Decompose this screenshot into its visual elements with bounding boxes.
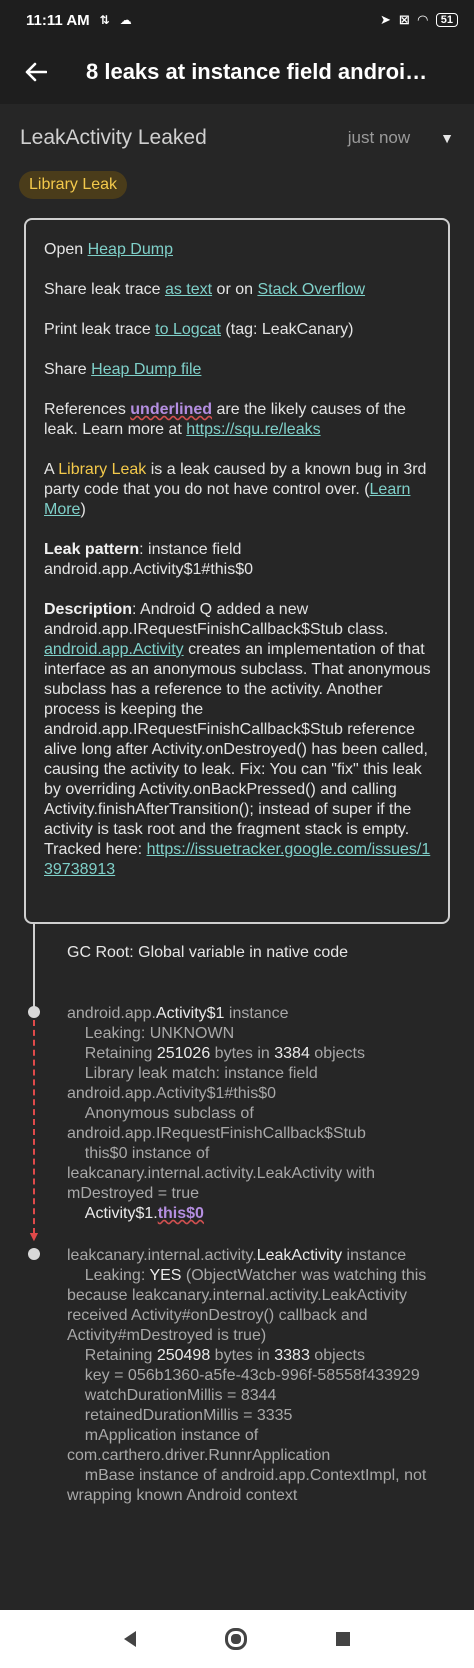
node1-ref-class: Activity$1.: [67, 1205, 158, 1222]
trace-node-activity[interactable]: android.app.Activity$1 instance Leaking:…: [67, 1004, 447, 1224]
share-trace-line: Share leak trace as text or on Stack Ove…: [44, 280, 432, 300]
node1-ref-field: this$0: [157, 1205, 204, 1222]
leak-reference-arrow: [33, 1020, 35, 1234]
description-label: Description: [44, 601, 133, 618]
lib-close: ): [80, 501, 86, 518]
library-leak-paragraph: A Library Leak is a leak caused by a kno…: [44, 460, 432, 520]
references-paragraph: References underlined are the likely cau…: [44, 400, 432, 440]
data-transfer-icon: ⇅: [99, 13, 110, 27]
nav-recents-icon[interactable]: [335, 1632, 350, 1646]
back-arrow-icon[interactable]: [16, 52, 56, 92]
lib-prefix: A: [44, 461, 59, 478]
node1-class: Activity$1: [155, 1005, 225, 1022]
timeline-line: [33, 924, 35, 1014]
node1-ret-bytes: 251026: [156, 1045, 211, 1062]
refs-prefix: References: [44, 401, 131, 418]
leak-pattern-paragraph: Leak pattern: instance field android.app…: [44, 540, 432, 580]
node2-leaking-value: YES: [149, 1267, 182, 1284]
node2-details: key = 056b1360-a5fe-43cb-996f-58558f4339…: [67, 1367, 427, 1504]
node2-ret-suffix: objects: [309, 1347, 365, 1364]
trace-node-dot: [28, 1248, 40, 1260]
sim-icon: ⊠: [398, 12, 410, 27]
node2-leaking-prefix: Leaking:: [67, 1267, 150, 1284]
stack-overflow-link[interactable]: Stack Overflow: [257, 281, 365, 298]
print-suffix: (tag: LeakCanary): [220, 321, 354, 338]
node1-leaking: Leaking: UNKNOWN: [67, 1025, 235, 1042]
location-icon: ➤: [379, 12, 391, 27]
library-leak-term: Library Leak: [58, 461, 147, 478]
nav-back-icon[interactable]: [124, 1631, 137, 1647]
leak-title: LeakActivity Leaked: [20, 126, 207, 149]
library-leak-badge: Library Leak: [19, 171, 128, 199]
logcat-link[interactable]: to Logcat: [155, 321, 221, 338]
heap-dump-link[interactable]: Heap Dump: [88, 241, 173, 258]
node1-ret-prefix: Retaining: [67, 1045, 157, 1062]
node1-ret-objs: 3384: [274, 1045, 310, 1062]
node2-ret-bytes: 250498: [156, 1347, 211, 1364]
chevron-down-icon[interactable]: ▼: [440, 130, 454, 146]
node1-package: android.app.: [67, 1005, 156, 1022]
share-file-line: Share Heap Dump file: [44, 360, 432, 380]
node2-ret-objs: 3383: [274, 1347, 310, 1364]
as-text-link[interactable]: as text: [165, 281, 212, 298]
trace-node-leakactivity[interactable]: leakcanary.internal.activity.LeakActivit…: [67, 1246, 447, 1506]
battery-icon: 51: [435, 13, 458, 27]
toolbar: 8 leaks at instance field androi…: [0, 40, 474, 104]
node1-ret-mid: bytes in: [210, 1045, 275, 1062]
share-label: Share leak trace: [44, 281, 165, 298]
node2-package: leakcanary.internal.activity.: [67, 1247, 257, 1264]
squ-re-leaks-link[interactable]: https://squ.re/leaks: [186, 421, 320, 438]
arrow-head-icon: ▼: [27, 1228, 41, 1244]
print-trace-line: Print leak trace to Logcat (tag: LeakCan…: [44, 320, 432, 340]
node2-class: LeakActivity: [256, 1247, 343, 1264]
wifi-icon: ◠: [417, 12, 428, 27]
heap-dump-file-link[interactable]: Heap Dump file: [91, 361, 201, 378]
description-paragraph: Description: Android Q added a new andro…: [44, 600, 432, 880]
trace-node-dot: [28, 1006, 40, 1018]
node2-ret-prefix: Retaining: [67, 1347, 157, 1364]
node2-suffix: instance: [342, 1247, 407, 1264]
nav-home-icon[interactable]: [224, 1628, 247, 1650]
open-label: Open: [44, 241, 88, 258]
node1-details: Library leak match: instance field andro…: [67, 1065, 375, 1202]
page-title: 8 leaks at instance field androi…: [86, 59, 428, 84]
share-or-text: or on: [212, 281, 258, 298]
underlined-example: underlined: [130, 401, 213, 418]
print-label: Print leak trace: [44, 321, 156, 338]
status-bar: 11:11 AM ⇅ ☁ ➤ ⊠ ◠ 51: [0, 0, 474, 40]
leak-pattern-label: Leak pattern: [44, 541, 140, 558]
gc-root-label: GC Root: Global variable in native code: [67, 944, 349, 961]
share-file-label: Share: [44, 361, 92, 378]
status-time: 11:11 AM: [26, 11, 90, 29]
node1-suffix: instance: [224, 1005, 289, 1022]
leak-info-card: Open Heap Dump Share leak trace as text …: [24, 218, 450, 924]
node1-ret-suffix: objects: [309, 1045, 365, 1062]
open-heap-dump-line: Open Heap Dump: [44, 240, 432, 260]
leak-header[interactable]: LeakActivity Leaked just now ▼: [20, 118, 456, 158]
cloud-off-icon: ☁: [119, 13, 132, 27]
description-part2: creates an implementation of that interf…: [44, 641, 431, 858]
system-nav-bar: [0, 1610, 474, 1668]
node2-ret-mid: bytes in: [210, 1347, 275, 1364]
activity-link[interactable]: android.app.Activity: [44, 641, 184, 658]
leak-time: just now: [347, 128, 411, 147]
